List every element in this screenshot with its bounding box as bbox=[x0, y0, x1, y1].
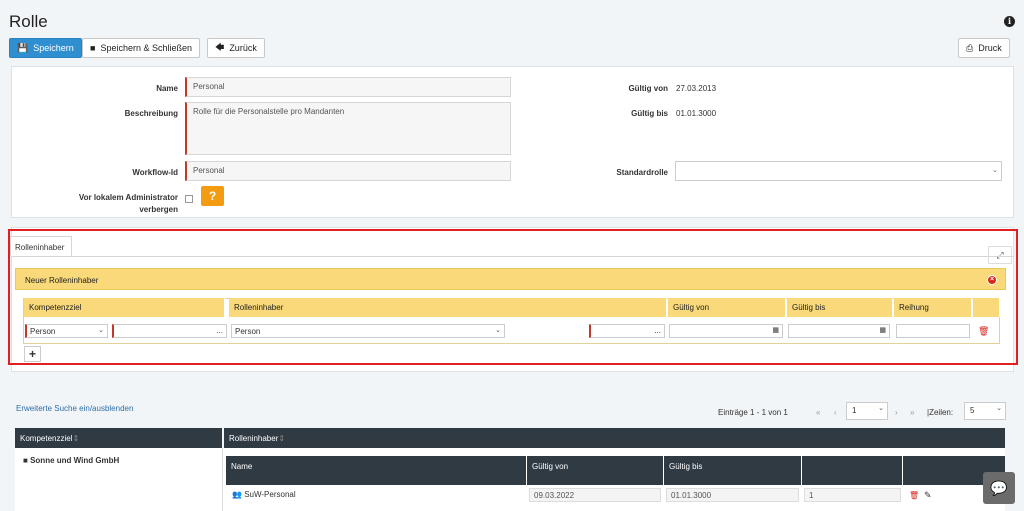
hide-admin-label-line1: Vor lokalem Administrator bbox=[78, 193, 178, 202]
group-name: Sonne und Wind GmbH bbox=[30, 456, 120, 465]
chat-icon[interactable]: 💬 bbox=[983, 472, 1015, 504]
workflow-id-input[interactable]: Personal bbox=[185, 161, 511, 181]
chevron-down-icon: ⌄ bbox=[878, 405, 884, 412]
next-page-icon[interactable]: › bbox=[895, 408, 898, 417]
description-textarea[interactable]: Rolle für die Personalstelle pro Mandant… bbox=[185, 102, 511, 155]
page-select[interactable]: 1 ⌄ bbox=[846, 402, 888, 420]
highlight-frame bbox=[8, 229, 1018, 365]
info-icon[interactable]: i bbox=[1004, 16, 1015, 27]
name-input[interactable]: Personal bbox=[185, 77, 511, 97]
th-kompetenzziel[interactable]: Kompetenzziel⇕ bbox=[15, 428, 222, 448]
workflow-id-label: Workflow-Id bbox=[132, 168, 178, 177]
valid-to-label: Gültig bis bbox=[631, 109, 668, 118]
hide-admin-label: Vor lokalem Administrator verbergen bbox=[40, 193, 178, 214]
th-rolleninhaber[interactable]: Rolleninhaber⇕ bbox=[224, 428, 1005, 448]
sort-icon: ⇕ bbox=[72, 434, 80, 443]
rows-select[interactable]: 5 ⌄ bbox=[964, 402, 1006, 420]
edit-icon[interactable]: ✎ bbox=[924, 490, 932, 501]
rows-label: |Zeilen: bbox=[927, 408, 954, 417]
back-label: Zurück bbox=[229, 43, 257, 53]
sub-row-valid-to: 01.01.3000 bbox=[666, 488, 799, 502]
first-page-icon[interactable]: « bbox=[816, 408, 820, 417]
hide-admin-checkbox[interactable] bbox=[185, 195, 193, 203]
sort-icon: ⇕ bbox=[278, 434, 286, 443]
chevron-down-icon: ⌄ bbox=[996, 405, 1002, 412]
arrow-left-icon: 🡄 bbox=[215, 42, 225, 52]
group-row: ■ Sonne und Wind GmbH bbox=[23, 456, 119, 465]
save-close-button[interactable]: ■ Speichern & Schließen bbox=[82, 38, 200, 58]
prev-page-icon[interactable]: ‹ bbox=[834, 408, 837, 417]
sub-row-valid-from: 09.03.2022 bbox=[529, 488, 661, 502]
valid-from-label: Gültig von bbox=[628, 84, 668, 93]
column-divider bbox=[222, 448, 223, 511]
page-select-value: 1 bbox=[852, 406, 857, 415]
rows-select-value: 5 bbox=[970, 406, 975, 415]
save-button[interactable]: 💾 Speichern bbox=[9, 38, 82, 58]
th-rolleninhaber-label: Rolleninhaber bbox=[229, 434, 279, 443]
back-button[interactable]: 🡄 Zurück bbox=[207, 38, 265, 58]
users-icon: 👥 bbox=[232, 490, 242, 499]
sub-th-name: Name bbox=[226, 456, 526, 485]
sub-row-name-text: SuW-Personal bbox=[244, 490, 296, 499]
sub-th-valid-to: Gültig bis bbox=[664, 456, 801, 485]
building-icon: ■ bbox=[23, 456, 28, 465]
th-kompetenzziel-label: Kompetenzziel bbox=[20, 434, 73, 443]
delete-icon[interactable]: 🗑 bbox=[909, 491, 919, 500]
save-close-label: Speichern & Schließen bbox=[100, 43, 192, 53]
sub-row-name: 👥 SuW-Personal bbox=[232, 490, 296, 499]
sub-th-valid-from: Gültig von bbox=[527, 456, 663, 485]
valid-to-value: 01.01.3000 bbox=[676, 109, 717, 118]
advanced-search-toggle[interactable]: Erweiterte Suche ein/ausblenden bbox=[16, 404, 133, 413]
save-close-icon: ■ bbox=[90, 43, 96, 53]
entries-info: Einträge 1 - 1 von 1 bbox=[718, 408, 788, 417]
page-title: Rolle bbox=[9, 12, 48, 31]
default-role-select[interactable] bbox=[675, 161, 1002, 181]
print-button[interactable]: ⎙ Druck bbox=[958, 38, 1010, 58]
sub-row-order: 1 bbox=[804, 488, 901, 502]
last-page-icon[interactable]: » bbox=[910, 408, 914, 417]
save-label: Speichern bbox=[33, 43, 74, 53]
floppy-icon: 💾 bbox=[17, 42, 29, 53]
chevron-down-icon: ⌄ bbox=[992, 167, 998, 174]
hide-admin-label-line2: verbergen bbox=[139, 205, 178, 214]
description-label: Beschreibung bbox=[124, 109, 178, 118]
help-button[interactable]: ? bbox=[201, 186, 224, 206]
default-role-label: Standardrolle bbox=[616, 168, 668, 177]
valid-from-value: 27.03.2013 bbox=[676, 84, 717, 93]
printer-icon: ⎙ bbox=[966, 42, 974, 53]
sub-th-order bbox=[802, 456, 902, 485]
print-label: Druck bbox=[978, 43, 1002, 53]
name-label: Name bbox=[156, 84, 178, 93]
